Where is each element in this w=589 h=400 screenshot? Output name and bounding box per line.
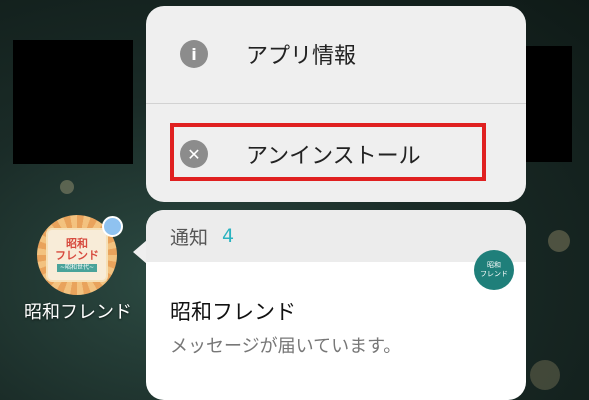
bokeh-light <box>60 180 74 194</box>
notification-message: メッセージが届いています。 <box>170 336 402 357</box>
notification-count: 4 <box>222 225 235 247</box>
notification-badge-dot <box>102 216 123 237</box>
redacted-block-right <box>526 46 572 162</box>
app-icon-text-3: ~昭和世代~ <box>56 264 98 272</box>
bokeh-light <box>530 360 560 390</box>
uninstall-highlight-box <box>170 123 486 181</box>
app-shortcut-menu: i アプリ情報 ✕ アンインストール <box>146 6 526 202</box>
info-icon: i <box>180 40 208 68</box>
notification-app-name: 昭和フレンド <box>170 300 296 324</box>
app-label: 昭和フレンド <box>24 302 132 323</box>
notification-item[interactable]: 昭和フレンド メッセージが届いています。 <box>146 262 526 358</box>
app-shortcut[interactable]: 昭和 フレンド ~昭和世代~ 昭和フレンド <box>10 210 146 330</box>
notification-header: 通知 4 <box>146 210 526 262</box>
notification-header-title: 通知 <box>170 226 209 249</box>
avatar-text-2: フレンド <box>480 270 508 278</box>
menu-divider <box>146 103 526 104</box>
notification-panel[interactable]: 通知 4 昭和フレンド メッセージが届いています。 昭和 フレンド <box>146 210 526 400</box>
redacted-block-left <box>13 40 133 164</box>
menu-item-label: アプリ情報 <box>246 44 357 69</box>
bokeh-light <box>548 230 570 252</box>
notification-pointer <box>133 240 147 264</box>
menu-item-app-info[interactable]: i アプリ情報 <box>146 6 526 102</box>
avatar-text-1: 昭和 <box>487 261 501 269</box>
app-icon-text-2: フレンド <box>55 249 99 262</box>
notification-app-avatar: 昭和 フレンド <box>474 250 514 290</box>
app-icon-logo: 昭和 フレンド ~昭和世代~ <box>46 228 108 282</box>
